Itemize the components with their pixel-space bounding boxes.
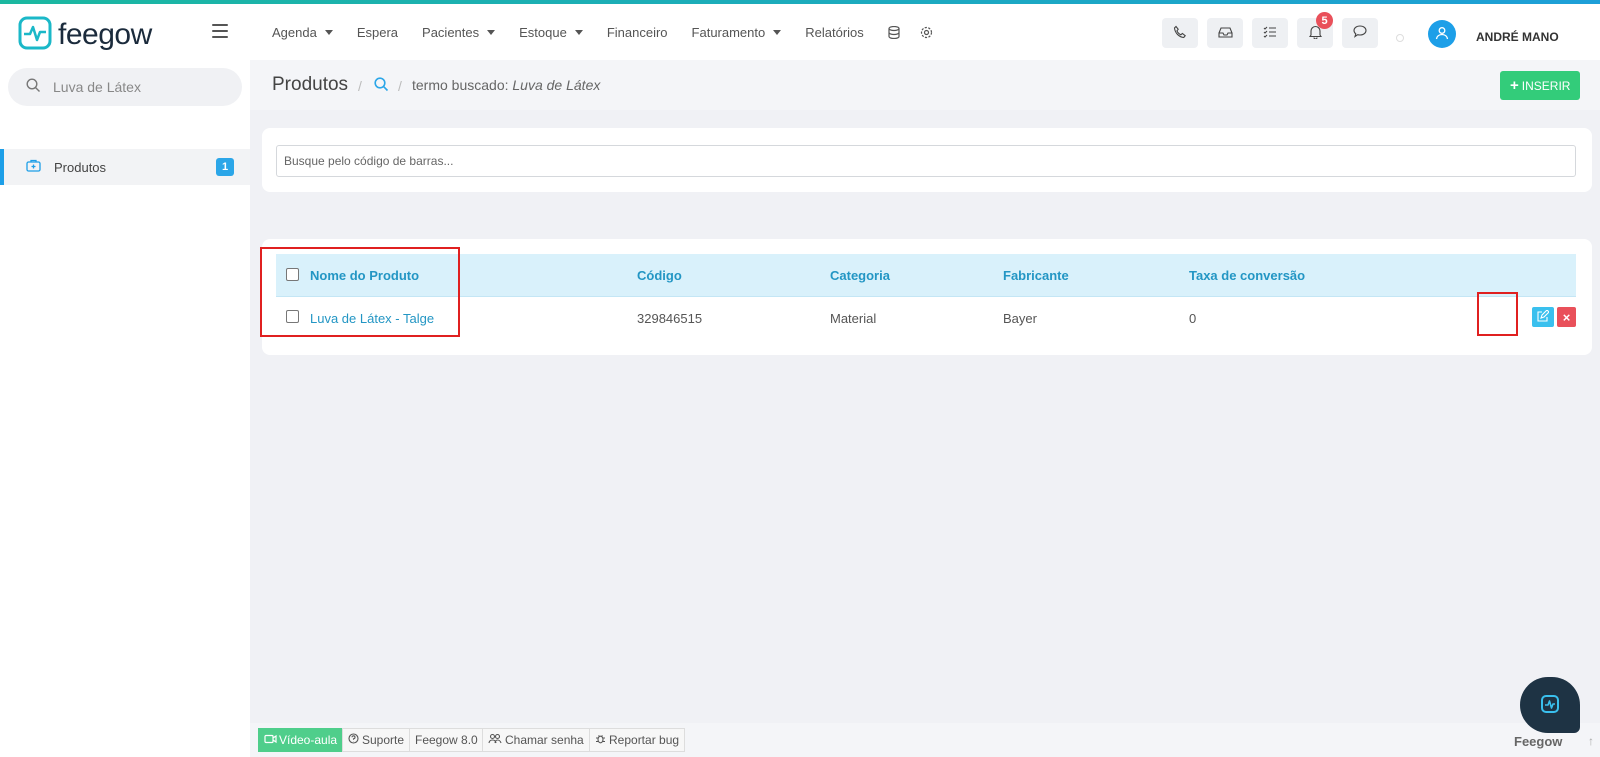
chevron-down-icon	[487, 29, 496, 35]
phone-button[interactable]	[1162, 18, 1198, 48]
menu-faturamento[interactable]: Faturamento	[692, 25, 782, 40]
column-header-name[interactable]: Nome do Produto	[310, 268, 419, 283]
scroll-top-arrow-icon[interactable]: ↑	[1582, 731, 1600, 751]
user-icon	[1435, 26, 1449, 43]
menu-pacientes[interactable]: Pacientes	[422, 25, 496, 40]
phone-icon	[1173, 25, 1187, 42]
insert-button[interactable]: + INSERIR	[1500, 71, 1581, 100]
table-header: Nome do Produto Código Categoria Fabrica…	[276, 254, 1576, 297]
tasks-button[interactable]	[1252, 18, 1288, 48]
select-all-checkbox[interactable]	[286, 268, 299, 281]
product-conversion-rate: 0	[1189, 311, 1197, 326]
logo[interactable]: feegow	[18, 16, 152, 53]
video-lesson-button[interactable]: Vídeo-aula	[258, 728, 344, 752]
users-icon	[488, 733, 502, 747]
delete-button[interactable]: ×	[1557, 307, 1576, 327]
edit-icon	[1537, 308, 1550, 325]
page-header: Produtos / / termo buscado: Luva de Láte…	[250, 60, 1600, 110]
products-table-panel: Nome do Produto Código Categoria Fabrica…	[260, 239, 1592, 355]
top-navbar: feegow Agenda Espera Pacientes Estoque F…	[0, 4, 1600, 60]
footer: Vídeo-aula Suporte Feegow 8.0 Chamar sen…	[250, 723, 1600, 757]
sidebar-item-label: Produtos	[54, 159, 107, 175]
product-code: 329846515	[637, 311, 703, 326]
menu-agenda[interactable]: Agenda	[272, 25, 333, 40]
breadcrumb-separator: /	[358, 78, 362, 94]
column-header-manufacturer[interactable]: Fabricante	[1003, 268, 1069, 283]
edit-button[interactable]	[1532, 307, 1554, 327]
gear-icon[interactable]	[920, 26, 933, 39]
avatar[interactable]	[1428, 20, 1456, 48]
menu-financeiro[interactable]: Financeiro	[607, 25, 668, 40]
status-indicator	[1396, 34, 1404, 42]
notification-count-badge: 5	[1316, 12, 1333, 29]
toolbar: 5	[1162, 12, 1387, 48]
column-header-category[interactable]: Categoria	[830, 268, 890, 283]
sidebar-search[interactable]: Luva de Látex	[8, 68, 242, 106]
product-manufacturer: Bayer	[1003, 311, 1037, 326]
report-bug-button[interactable]: Reportar bug	[589, 728, 686, 752]
sidebar-item-produtos[interactable]: Produtos 1	[0, 149, 250, 185]
chevron-down-icon	[324, 29, 333, 35]
menu-toggle-icon[interactable]	[212, 24, 228, 38]
main-menu: Agenda Espera Pacientes Estoque Financei…	[272, 4, 953, 60]
row-checkbox[interactable]	[286, 310, 299, 323]
notifications-button[interactable]: 5	[1297, 12, 1333, 48]
menu-estoque[interactable]: Estoque	[519, 25, 583, 40]
breadcrumb-search-term: termo buscado: Luva de Látex	[412, 77, 601, 93]
menu-espera[interactable]: Espera	[357, 25, 398, 40]
product-category: Material	[830, 311, 877, 326]
checklist-icon	[1263, 26, 1277, 41]
medkit-icon	[26, 159, 41, 175]
video-icon	[264, 733, 277, 747]
close-icon: ×	[1562, 309, 1571, 325]
inbox-button[interactable]	[1207, 18, 1243, 48]
menu-relatorios[interactable]: Relatórios	[805, 25, 864, 40]
version-label: Feegow 8.0	[409, 728, 484, 752]
column-header-code[interactable]: Código	[637, 268, 682, 283]
plus-icon: +	[1510, 77, 1519, 94]
barcode-search-input[interactable]	[276, 145, 1576, 177]
search-icon[interactable]	[374, 77, 389, 95]
chat-icon	[1352, 25, 1368, 41]
search-icon	[26, 78, 41, 96]
logo-text: feegow	[58, 17, 152, 51]
help-circle-icon	[348, 733, 359, 747]
database-icon[interactable]	[888, 25, 900, 39]
sidebar-search-value: Luva de Látex	[53, 79, 141, 95]
chat-button[interactable]	[1342, 18, 1378, 48]
column-header-conversion-rate[interactable]: Taxa de conversão	[1189, 268, 1305, 283]
sidebar: Luva de Látex Produtos 1	[0, 60, 250, 757]
bug-icon	[595, 733, 606, 747]
chevron-down-icon	[574, 29, 583, 35]
feegow-chat-icon	[1540, 694, 1560, 717]
table-row: Luva de Látex - Talge 329846515 Material…	[276, 297, 1576, 340]
inbox-icon	[1217, 26, 1233, 41]
product-name-link[interactable]: Luva de Látex - Talge	[310, 311, 434, 326]
footer-brand: Feegow	[1514, 734, 1563, 749]
breadcrumb-separator: /	[398, 78, 402, 94]
call-queue-button[interactable]: Chamar senha	[482, 728, 590, 752]
page-title[interactable]: Produtos	[272, 74, 348, 96]
chat-widget-button[interactable]	[1520, 677, 1580, 733]
barcode-search-panel	[262, 128, 1592, 192]
chevron-down-icon	[773, 29, 782, 35]
sidebar-item-count-badge: 1	[216, 158, 234, 176]
user-name[interactable]: ANDRÉ MANO	[1476, 30, 1559, 44]
support-button[interactable]: Suporte	[342, 728, 411, 752]
feegow-logo-icon	[18, 16, 52, 53]
